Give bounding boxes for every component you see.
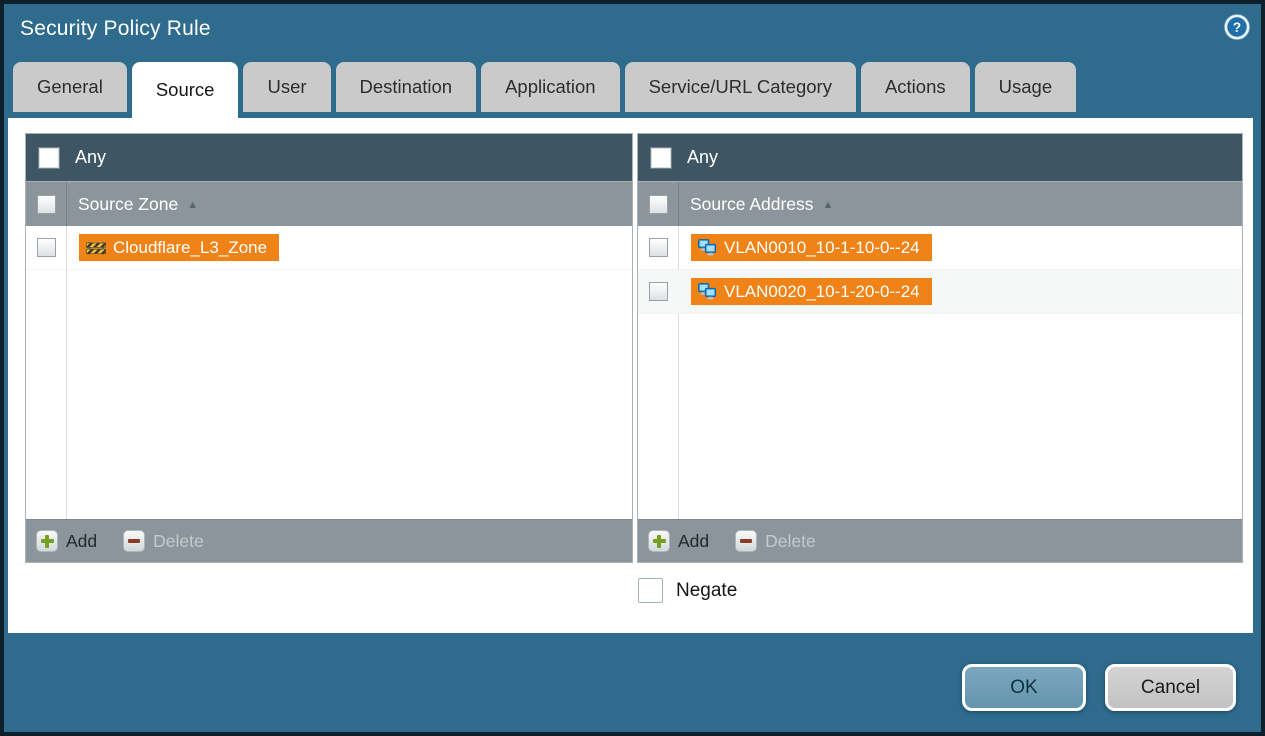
tab-general[interactable]: General bbox=[13, 62, 127, 112]
source-address-footer: Add Delete bbox=[638, 519, 1242, 562]
address-chip[interactable]: VLAN0010_10-1-10-0--24 bbox=[691, 234, 932, 261]
source-address-any-row: Any bbox=[638, 134, 1242, 181]
tab-bar: General Source User Destination Applicat… bbox=[8, 62, 1077, 118]
zone-chip[interactable]: Cloudflare_L3_Zone bbox=[79, 234, 280, 261]
security-policy-rule-dialog: { "dialog": { "title": "Security Policy … bbox=[0, 0, 1265, 736]
row-checkbox[interactable] bbox=[36, 238, 56, 257]
tab-label: Destination bbox=[359, 76, 453, 97]
tab-application[interactable]: Application bbox=[481, 62, 620, 112]
any-label: Any bbox=[687, 147, 719, 167]
select-all-cell bbox=[638, 182, 679, 226]
source-address-select-all-checkbox[interactable] bbox=[648, 194, 668, 214]
address-icon bbox=[698, 283, 717, 300]
tab-user[interactable]: User bbox=[243, 62, 331, 112]
source-zone-column-header[interactable]: Source Zone ▲ bbox=[26, 181, 632, 226]
add-button[interactable]: Add bbox=[36, 530, 97, 552]
add-button[interactable]: Add bbox=[648, 530, 709, 552]
row-checkbox[interactable] bbox=[648, 282, 668, 301]
address-name: VLAN0010_10-1-10-0--24 bbox=[724, 237, 920, 257]
source-address-column-header[interactable]: Source Address ▲ bbox=[638, 181, 1242, 226]
tab-label: Application bbox=[505, 76, 596, 97]
source-zone-panel: Any Source Zone ▲ Cloudflare_L3_Zone Add… bbox=[25, 133, 633, 563]
source-address-list: VLAN0010_10-1-10-0--24 VLAN0020_10-1-20-… bbox=[638, 226, 1242, 519]
help-icon[interactable]: ? bbox=[1223, 13, 1251, 41]
zone-name: Cloudflare_L3_Zone bbox=[113, 237, 268, 257]
select-all-cell bbox=[26, 182, 67, 226]
list-item: VLAN0010_10-1-10-0--24 bbox=[638, 226, 1242, 270]
tab-actions[interactable]: Actions bbox=[860, 62, 970, 112]
tab-label: General bbox=[37, 76, 103, 97]
add-icon bbox=[648, 530, 670, 552]
address-icon bbox=[698, 239, 717, 256]
delete-button[interactable]: Delete bbox=[735, 530, 816, 552]
source-address-panel: Any Source Address ▲ VLAN0010_10-1-10-0-… bbox=[637, 133, 1243, 563]
source-zone-any-checkbox[interactable] bbox=[38, 146, 60, 169]
tab-label: Usage bbox=[998, 76, 1053, 97]
source-zone-list: Cloudflare_L3_Zone bbox=[26, 226, 632, 519]
tab-label: User bbox=[267, 76, 307, 97]
zone-icon bbox=[86, 241, 106, 254]
list-item: Cloudflare_L3_Zone bbox=[26, 226, 632, 270]
column-header-label: Source Zone bbox=[78, 193, 179, 214]
source-address-any-checkbox[interactable] bbox=[650, 146, 672, 169]
address-chip[interactable]: VLAN0020_10-1-20-0--24 bbox=[691, 278, 932, 305]
add-label: Add bbox=[678, 530, 710, 551]
negate-label: Negate bbox=[676, 579, 738, 601]
negate-checkbox[interactable] bbox=[638, 578, 663, 603]
delete-label: Delete bbox=[153, 530, 204, 551]
negate-row: Negate bbox=[638, 578, 737, 603]
ok-button[interactable]: OK bbox=[962, 664, 1086, 711]
address-name: VLAN0020_10-1-20-0--24 bbox=[724, 281, 920, 301]
add-label: Add bbox=[66, 530, 98, 551]
tab-label: Actions bbox=[884, 76, 946, 97]
tab-usage[interactable]: Usage bbox=[974, 62, 1077, 112]
column-header-label: Source Address bbox=[690, 193, 814, 214]
delete-label: Delete bbox=[765, 530, 816, 551]
any-label: Any bbox=[75, 147, 107, 167]
dialog-title: Security Policy Rule bbox=[20, 17, 211, 40]
sort-ascending-icon: ▲ bbox=[187, 199, 199, 211]
tab-destination[interactable]: Destination bbox=[335, 62, 477, 112]
row-checkbox[interactable] bbox=[648, 238, 668, 257]
tab-service-url-category[interactable]: Service/URL Category bbox=[624, 62, 856, 112]
source-zone-any-row: Any bbox=[26, 134, 632, 181]
add-icon bbox=[36, 530, 58, 552]
delete-icon bbox=[735, 530, 758, 552]
tab-source[interactable]: Source bbox=[131, 62, 239, 118]
cancel-button[interactable]: Cancel bbox=[1105, 664, 1236, 711]
delete-icon bbox=[123, 530, 146, 552]
svg-text:?: ? bbox=[1233, 20, 1241, 35]
sort-ascending-icon: ▲ bbox=[822, 199, 834, 211]
tab-label: Service/URL Category bbox=[648, 76, 832, 97]
source-zone-select-all-checkbox[interactable] bbox=[36, 194, 56, 214]
tab-label: Source bbox=[155, 79, 215, 100]
delete-button[interactable]: Delete bbox=[123, 530, 204, 552]
source-zone-footer: Add Delete bbox=[26, 519, 632, 562]
list-item: VLAN0020_10-1-20-0--24 bbox=[638, 270, 1242, 314]
